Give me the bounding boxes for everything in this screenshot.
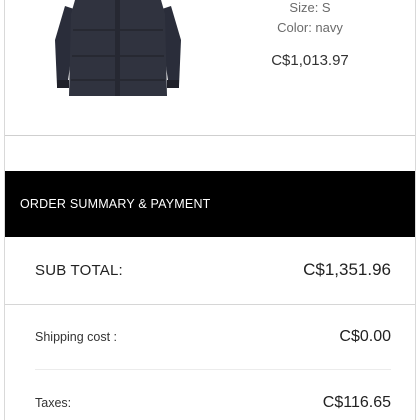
- shipping-row: Shipping cost : C$0.00: [35, 325, 391, 349]
- taxes-row: Taxes: C$116.65: [35, 391, 391, 415]
- checkout-panel: Size: S Color: navy C$1,013.97 ORDER SUM…: [4, 0, 416, 420]
- subtotal-value: C$1,351.96: [303, 260, 391, 279]
- product-image[interactable]: [51, 0, 185, 98]
- divider: [5, 304, 415, 305]
- order-summary-title: ORDER SUMMARY & PAYMENT: [20, 197, 211, 211]
- product-color: Color: navy: [277, 20, 343, 35]
- shipping-value: C$0.00: [339, 328, 391, 345]
- taxes-label: Taxes:: [35, 396, 72, 410]
- shipping-label: Shipping cost :: [35, 330, 117, 344]
- taxes-value: C$116.65: [322, 394, 391, 411]
- product-card: Size: S Color: navy C$1,013.97: [5, 0, 415, 136]
- subtotal-row: SUB TOTAL: C$1,351.96: [35, 255, 391, 285]
- parka-jacket-icon: [55, 0, 181, 96]
- divider: [35, 369, 391, 370]
- order-summary-header: ORDER SUMMARY & PAYMENT: [5, 171, 415, 237]
- product-price: C$1,013.97: [271, 52, 349, 69]
- subtotal-label: SUB TOTAL:: [35, 261, 123, 279]
- product-size: Size: S: [289, 0, 331, 15]
